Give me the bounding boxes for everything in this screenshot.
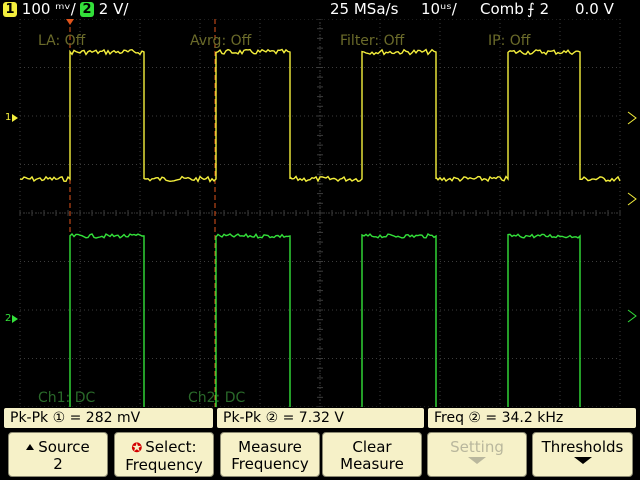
ch1-scale: 100 ᵐᵛ/ (21, 0, 76, 18)
submenu-arrow-icon (468, 457, 486, 464)
ip-status: IP: Off (488, 33, 531, 49)
ch2-scale-indicator: 2 2 V/ (80, 0, 128, 19)
thresholds-label: Thresholds (541, 438, 624, 456)
arrow-up-icon (26, 444, 35, 450)
filter-status: Filter: Off (340, 33, 405, 49)
ch1-offscreen-right-icon (627, 111, 637, 125)
trigger-position-icon (66, 19, 74, 25)
select-value: Frequency (125, 456, 203, 474)
ch2-ground-arrow-icon (12, 315, 18, 323)
status-bar: 1 100 ᵐᵛ/ 2 2 V/ 25 MSa/s 10ᵘˢ/ Comb ⨍ 2… (0, 0, 640, 19)
ch2-coupling: Ch2: DC (188, 390, 246, 406)
ch2-badge: 2 (80, 2, 94, 17)
timebase: 10ᵘˢ/ (421, 0, 457, 18)
select-softkey[interactable]: ✪ Select: Frequency (114, 432, 214, 477)
measure-frequency-softkey[interactable]: Measure Frequency (220, 432, 320, 477)
sample-rate: 25 MSa/s (330, 0, 399, 18)
select-label: Select: (145, 438, 197, 456)
ch2-edge-right-icon (627, 309, 637, 323)
entry-knob-icon: ✪ (131, 441, 143, 456)
waveform-display[interactable]: 1 2 LA: Off Avrg: Off Filter: Off IP: Of… (0, 19, 640, 407)
ch1-ground-arrow-icon (12, 114, 18, 122)
measurement-pkpk-ch2[interactable]: Pk-Pk ② = 7.32 V (217, 408, 424, 428)
trigger-level: 0.0 V (575, 0, 614, 18)
ch1-coupling: Ch1: DC (38, 390, 96, 406)
source-softkey[interactable]: Source 2 (8, 432, 108, 477)
source-label: Source (38, 438, 90, 456)
setting-label: Setting (450, 438, 504, 456)
measurement-bar: Pk-Pk ① = 282 mV Pk-Pk ② = 7.32 V Freq ②… (0, 407, 640, 429)
source-value: 2 (53, 455, 63, 473)
softkey-menu: Source 2 ✪ Select: Frequency Measure Freq… (0, 429, 640, 480)
ch1-ground-marker: 1 (5, 112, 11, 123)
thresholds-softkey[interactable]: Thresholds (532, 432, 633, 477)
graticule (19, 19, 621, 407)
clear-measure-softkey[interactable]: Clear Measure (322, 432, 422, 477)
setting-softkey[interactable]: Setting (427, 432, 527, 477)
ch1-edge-right-icon (627, 192, 637, 206)
measurement-pkpk-ch1[interactable]: Pk-Pk ① = 282 mV (4, 408, 213, 428)
clear-label: Clear (352, 438, 392, 456)
ch1-scale-indicator: 1 100 ᵐᵛ/ (3, 0, 76, 19)
la-status: LA: Off (38, 33, 86, 49)
clear-value: Measure (340, 455, 404, 473)
waveform-canvas: 1 2 (5, 19, 637, 407)
measure-value: Frequency (231, 455, 309, 473)
ch1-badge: 1 (3, 2, 17, 17)
submenu-arrow-icon (573, 457, 592, 464)
ch2-scale: 2 V/ (98, 0, 129, 18)
ch2-ground-marker: 2 (5, 313, 11, 324)
trigger-source: ⨍ 2 (527, 0, 550, 18)
acquisition-mode: Comb (480, 0, 524, 18)
measurement-freq-ch2[interactable]: Freq ② = 34.2 kHz (428, 408, 636, 428)
average-status: Avrg: Off (190, 33, 252, 49)
measure-label: Measure (238, 438, 302, 456)
